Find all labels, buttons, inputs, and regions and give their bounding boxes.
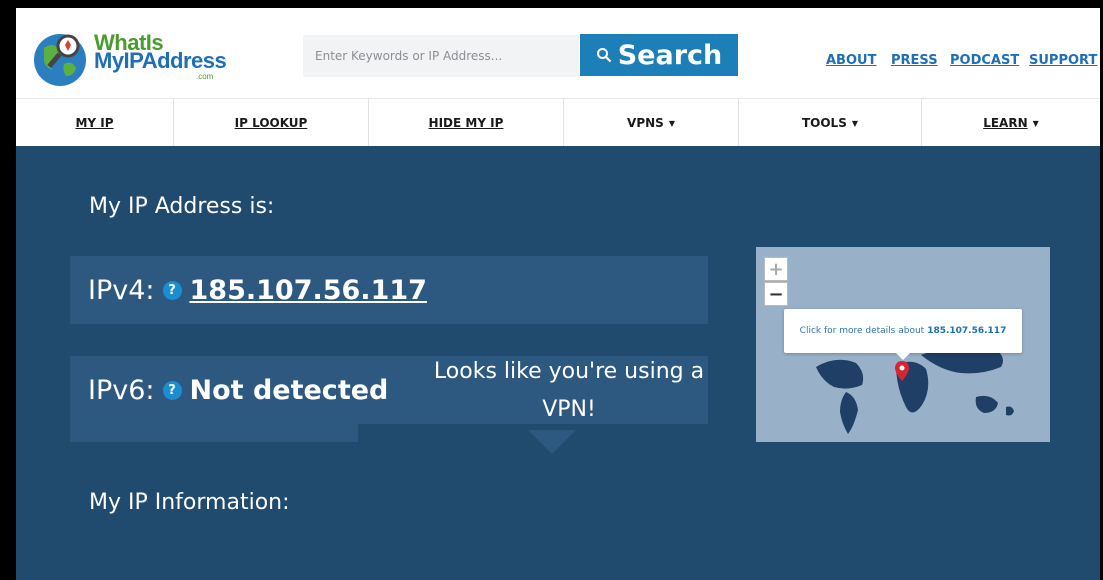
press-link[interactable]: PRESS <box>891 53 938 68</box>
help-icon[interactable]: ? <box>162 280 182 300</box>
search-icon <box>596 48 612 63</box>
ipv6-box-pointer <box>528 430 576 454</box>
logo-text-line2: MyIPAddress <box>94 48 227 73</box>
nav-item-label: VPNS <box>627 116 664 130</box>
search-input[interactable] <box>303 35 579 77</box>
about-link[interactable]: ABOUT <box>826 53 876 68</box>
tooltip-ip: 185.107.56.117 <box>927 326 1007 336</box>
nav-item-label: HIDE MY IP <box>428 116 504 130</box>
search-button-label: Search <box>617 39 723 71</box>
main-nav: MY IP IP LOOKUP HIDE MY IP VPNS ▼ TOOLS … <box>16 98 1100 147</box>
nav-item-hide-my-ip[interactable]: HIDE MY IP <box>369 99 564 147</box>
ipv4-row: IPv4: ? 185.107.56.117 <box>70 256 708 324</box>
nav-item-ip-lookup[interactable]: IP LOOKUP <box>174 99 369 147</box>
ip-info-heading: My IP Information: <box>89 490 290 515</box>
nav-item-label: IP LOOKUP <box>234 116 308 130</box>
nav-item-label: LEARN <box>983 116 1028 130</box>
site-header: WhatIs MyIPAddress .com Search ABOUT PRE… <box>16 8 1100 98</box>
nav-item-my-ip[interactable]: MY IP <box>16 99 174 147</box>
zoom-out-button[interactable]: − <box>764 282 788 306</box>
map-tooltip[interactable]: Click for more details about 185.107.56.… <box>784 309 1022 353</box>
nav-item-tools[interactable]: TOOLS ▼ <box>739 99 922 147</box>
help-icon[interactable]: ? <box>162 380 182 400</box>
vpn-notice: Looks like you're using a VPN! <box>433 359 705 422</box>
ip-info-box <box>70 404 358 442</box>
globe-logo-icon <box>34 34 86 86</box>
support-link[interactable]: SUPPORT <box>1029 53 1097 68</box>
ipv6-label: IPv6: <box>88 374 155 406</box>
location-map[interactable]: + − Click for more details about 185.107… <box>756 247 1050 442</box>
site-logo[interactable]: WhatIs MyIPAddress .com <box>28 20 238 90</box>
caret-down-icon: ▼ <box>668 118 675 128</box>
caret-down-icon: ▼ <box>851 118 859 128</box>
location-pin-icon[interactable] <box>895 361 909 381</box>
tooltip-text: Click for more details about <box>799 326 925 336</box>
podcast-link[interactable]: PODCAST <box>950 53 1019 68</box>
page-heading: My IP Address is: <box>89 194 275 219</box>
caret-down-icon: ▼ <box>1032 118 1039 128</box>
logo-suffix: .com <box>196 72 214 81</box>
search-button[interactable]: Search <box>580 34 738 76</box>
zoom-in-button[interactable]: + <box>764 257 788 281</box>
tooltip-tail <box>896 353 910 360</box>
nav-item-learn[interactable]: LEARN ▼ <box>922 99 1100 147</box>
ipv4-address-link[interactable]: 185.107.56.117 <box>190 275 427 306</box>
ipv4-label: IPv4: <box>88 274 155 306</box>
nav-item-vpns[interactable]: VPNS ▼ <box>564 99 739 147</box>
nav-item-label: MY IP <box>75 116 114 130</box>
nav-item-label: TOOLS <box>801 116 847 130</box>
ipv6-value: Not detected <box>189 374 389 406</box>
browser-viewport: WhatIs MyIPAddress .com Search ABOUT PRE… <box>16 8 1100 580</box>
